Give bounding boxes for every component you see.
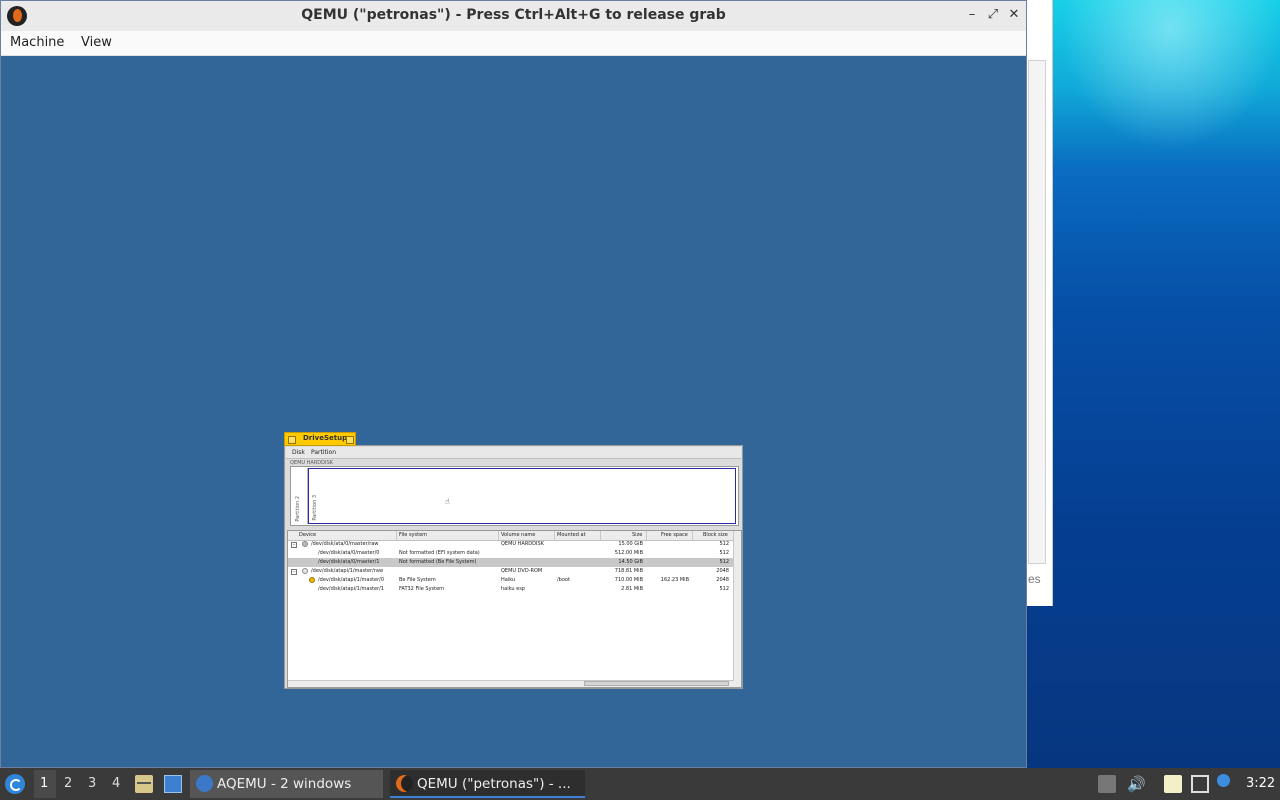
qemu-icon [396, 775, 413, 792]
task-qemu[interactable]: QEMU ("petronas") - ... [390, 770, 585, 798]
cell-volume: haiku esp [501, 586, 525, 592]
cell-fs: Be File System [399, 577, 436, 583]
hand-cursor-icon: ☝ [445, 497, 450, 506]
clock[interactable]: 3:22 [1246, 776, 1275, 791]
cell-block: 512 [719, 541, 729, 547]
partition-2-label: Partition 2 [295, 496, 301, 522]
volume-icon[interactable]: 🔊 [1127, 775, 1146, 793]
cell-block: 512 [719, 586, 729, 592]
vertical-scrollbar[interactable] [733, 531, 741, 687]
cell-block: 512 [719, 559, 729, 565]
cell-volume: QEMU DVD-ROM [501, 568, 543, 574]
cell-device: /dev/disk/atapi/1/master/1 [318, 586, 385, 592]
task-aqemu-label: AQEMU - 2 windows [217, 776, 352, 792]
workspace-1[interactable]: 1 [40, 776, 48, 791]
collapse-toggle-icon[interactable]: − [291, 569, 297, 575]
notification-icon[interactable] [1217, 774, 1230, 787]
horizontal-scrollbar[interactable] [288, 680, 734, 687]
bfs-icon [309, 577, 315, 583]
device-row[interactable]: /dev/disk/atapi/1/master/0 Be File System… [288, 576, 733, 585]
cell-size: 14.50 GiB [618, 559, 643, 565]
cell-device: /dev/disk/atapi/1/master/0 [318, 577, 385, 583]
device-row[interactable]: − /dev/disk/atapi/1/master/raw QEMU DVD-RO… [288, 567, 733, 576]
device-row[interactable]: /dev/disk/ata/0/master/1 Not formatted (B… [288, 558, 733, 567]
device-row[interactable]: /dev/disk/ata/0/master/0 Not formatted (E… [288, 549, 733, 558]
partition-2-segment[interactable]: Partition 2 [292, 468, 308, 524]
cell-fs: Not formatted (Be File System) [399, 559, 477, 565]
aqemu-icon [196, 775, 213, 792]
cell-block: 512 [719, 550, 729, 556]
cell-volume: QEMU HARDDISK [501, 541, 544, 547]
maximize-button[interactable]: ⤢ [985, 7, 1001, 23]
background-window-text: es [1028, 572, 1041, 586]
drivesetup-menubar: Disk Partition [286, 447, 741, 459]
workspace-4[interactable]: 4 [112, 776, 120, 791]
device-row[interactable]: − /dev/disk/ata/0/master/raw QEMU HARDDISK… [288, 540, 733, 549]
cell-mounted: /boot [557, 577, 570, 583]
cell-size: 718.81 MiB [614, 568, 643, 574]
col-device[interactable]: Device [299, 532, 316, 538]
cell-fs: FAT32 File System [399, 586, 445, 592]
col-file-system[interactable]: File system [399, 532, 427, 538]
cell-size: 2.81 MiB [621, 586, 643, 592]
minimize-button[interactable]: – [964, 7, 980, 23]
background-window-panel [1028, 60, 1046, 564]
task-qemu-label: QEMU ("petronas") - ... [417, 776, 571, 792]
cell-free: 162.23 MiB [660, 577, 689, 583]
hdd-icon [302, 541, 308, 547]
task-aqemu[interactable]: AQEMU - 2 windows [190, 770, 383, 798]
clipboard-icon[interactable] [1164, 775, 1182, 793]
cell-size: 512.00 MiB [614, 550, 643, 556]
qemu-titlebar[interactable]: QEMU ("petronas") - Press Ctrl+Alt+G to … [1, 1, 1026, 31]
drivesetup-title: DriveSetup [303, 434, 348, 442]
cell-size: 710.00 MiB [614, 577, 643, 583]
col-mounted-at[interactable]: Mounted at [557, 532, 586, 538]
horizontal-scroll-thumb[interactable] [584, 681, 729, 686]
eject-icon[interactable] [1098, 775, 1116, 793]
start-menu-icon[interactable] [5, 774, 25, 794]
col-volume-name[interactable]: Volume name [501, 532, 535, 538]
drivesetup-body: Disk Partition QEMU HARDDISK Partition 2… [284, 445, 743, 689]
cell-block: 2048 [716, 568, 729, 574]
taskbar: 1 2 3 4 AQEMU - 2 windows QEMU ("petrona… [0, 768, 1280, 800]
disk-map[interactable]: Partition 2 Partition 3 ☝ [290, 466, 739, 526]
cell-device: /dev/disk/atapi/1/master/raw [311, 568, 384, 574]
show-desktop-icon[interactable] [164, 775, 182, 793]
menu-partition[interactable]: Partition [311, 449, 336, 456]
drivesetup-close-box[interactable] [288, 436, 296, 444]
device-list[interactable]: Device File system Volume name Mounted a… [287, 530, 742, 688]
device-row[interactable]: /dev/disk/atapi/1/master/1 FAT32 File Sys… [288, 585, 733, 594]
cell-device: /dev/disk/ata/0/master/0 [318, 550, 380, 556]
window-title: QEMU ("petronas") - Press Ctrl+Alt+G to … [301, 7, 726, 23]
cell-block: 2048 [716, 577, 729, 583]
collapse-toggle-icon[interactable]: − [291, 542, 297, 548]
cell-fs: Not formatted (EFI system data) [399, 550, 480, 556]
network-icon[interactable] [1191, 775, 1209, 793]
menu-disk[interactable]: Disk [292, 449, 305, 456]
qemu-menubar: Machine View [1, 31, 1026, 56]
partition-3-label: Partition 3 [312, 495, 318, 521]
workspace-3[interactable]: 3 [88, 776, 96, 791]
col-size[interactable]: Size [632, 532, 642, 538]
drivesetup-tab[interactable]: DriveSetup [284, 432, 356, 446]
menu-machine[interactable]: Machine [10, 35, 64, 50]
close-button[interactable]: ✕ [1006, 7, 1022, 23]
drivesetup-window[interactable]: Disk Partition QEMU HARDDISK Partition 2… [284, 432, 743, 689]
cell-device: /dev/disk/ata/0/master/1 [318, 559, 380, 565]
drivesetup-zoom-box[interactable] [346, 436, 354, 444]
menu-view[interactable]: View [81, 35, 112, 50]
file-manager-icon[interactable] [135, 775, 153, 793]
col-free-space[interactable]: Free space [661, 532, 688, 538]
cd-icon [302, 568, 308, 574]
workspace-2[interactable]: 2 [64, 776, 72, 791]
col-block-size[interactable]: Block size [703, 532, 728, 538]
cell-volume: Haiku [501, 577, 516, 583]
cell-size: 15.00 GiB [618, 541, 643, 547]
partition-3-segment[interactable]: Partition 3 ☝ [308, 468, 736, 524]
cell-device: /dev/disk/ata/0/master/raw [311, 541, 379, 547]
wallpaper-highlight [1060, 0, 1280, 150]
